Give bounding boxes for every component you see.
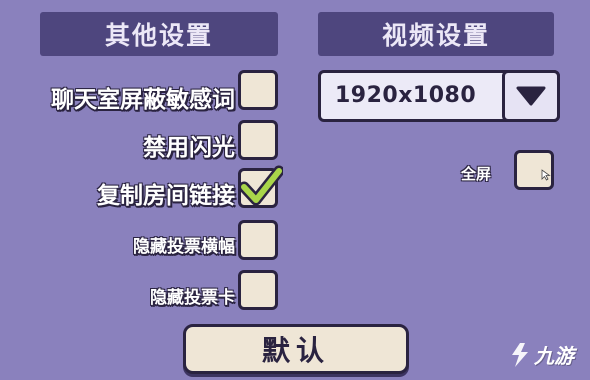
watermark: 九游: [508, 340, 574, 369]
checkmark-icon: [239, 165, 283, 206]
video-settings-title: 视频设置: [381, 21, 490, 50]
jiuyou-logo-icon: [512, 342, 528, 367]
other-settings-header: 其他设置: [40, 12, 278, 56]
other-settings-title: 其他设置: [104, 21, 213, 50]
resolution-value: 1920x1080: [335, 83, 477, 108]
option-label-filter-sensitive-words: 聊天室屏蔽敏感词: [51, 87, 235, 113]
checkbox-copy-room-link[interactable]: [238, 165, 283, 208]
option-label-disable-flash: 禁用闪光: [143, 135, 235, 161]
cursor-icon: [541, 169, 551, 181]
default-button[interactable]: 默认: [183, 324, 409, 374]
option-label-copy-room-link: 复制房间链接: [97, 183, 235, 209]
fullscreen-label: 全屏: [461, 165, 492, 183]
default-button-label: 默认: [261, 334, 330, 367]
checkbox-disable-flash[interactable]: [238, 120, 278, 160]
chevron-down-icon: [516, 86, 546, 106]
checkbox-filter-sensitive-words[interactable]: [238, 70, 278, 110]
resolution-dropdown-button[interactable]: [502, 70, 560, 122]
checkbox-hide-vote-card[interactable]: [238, 270, 278, 310]
checkbox-fullscreen[interactable]: [514, 150, 554, 190]
option-label-hide-vote-card: 隐藏投票卡: [150, 288, 235, 308]
resolution-select[interactable]: 1920x1080: [318, 70, 560, 122]
option-label-hide-vote-banner: 隐藏投票横幅: [133, 237, 235, 257]
watermark-text: 九游: [534, 344, 574, 368]
video-settings-header: 视频设置: [318, 12, 554, 56]
checkbox-hide-vote-banner[interactable]: [238, 220, 278, 260]
